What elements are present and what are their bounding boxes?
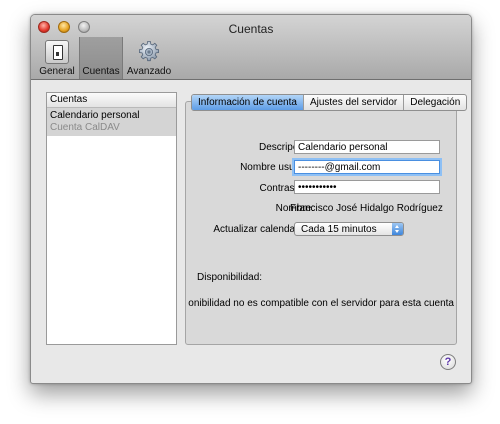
toolbar-item-label: Avanzado [126,66,172,77]
window-title: Cuentas [228,22,274,36]
toolbar-item-accounts[interactable]: Cuentas [79,37,123,79]
username-field[interactable]: --------@gmail.com [294,160,440,174]
toolbar-item-label: Cuentas [82,66,120,77]
tab-server-settings[interactable]: Ajustes del servidor [304,95,405,110]
list-item[interactable]: Calendario personal Cuenta CalDAV [47,108,176,136]
help-button[interactable]: ? [440,354,456,370]
account-details-panel: Descripción: Calendario personal Nombre … [185,101,457,345]
gear-icon [139,41,159,62]
name-value: Francisco José Hidalgo Rodríguez [290,203,443,214]
toolbar: Cuentas General Cuentas Avanzado [31,15,471,80]
refresh-select[interactable]: Cada 15 minutos [294,222,404,236]
accounts-list[interactable]: Cuentas Calendario personal Cuenta CalDA… [46,92,177,345]
toolbar-item-advanced[interactable]: Avanzado [125,37,173,79]
tab-account-info[interactable]: Información de cuenta [192,95,304,110]
tab-delegation[interactable]: Delegación [404,95,466,110]
toolbar-item-general[interactable]: General [37,37,77,79]
account-name: Calendario personal [50,110,140,121]
preferences-window: Cuentas General Cuentas Avanzado Cuentas… [30,14,472,384]
refresh-select-value: Cada 15 minutos [301,224,377,235]
toolbar-item-label: General [39,66,75,77]
password-field[interactable]: ••••••••••• [294,180,440,194]
description-field[interactable]: Calendario personal [294,140,440,154]
availability-message-text: La disponibilidad no es compatible con e… [188,298,454,309]
light-switch-icon [45,40,69,64]
availability-label: Disponibilidad: [197,272,263,283]
availability-message: La disponibilidad no es compatible con e… [188,298,454,309]
accounts-list-header: Cuentas [47,93,176,108]
tab-bar: Información de cuenta Ajustes del servid… [191,94,468,111]
updown-arrows-icon [392,223,403,235]
account-type: Cuenta CalDAV [50,122,120,133]
